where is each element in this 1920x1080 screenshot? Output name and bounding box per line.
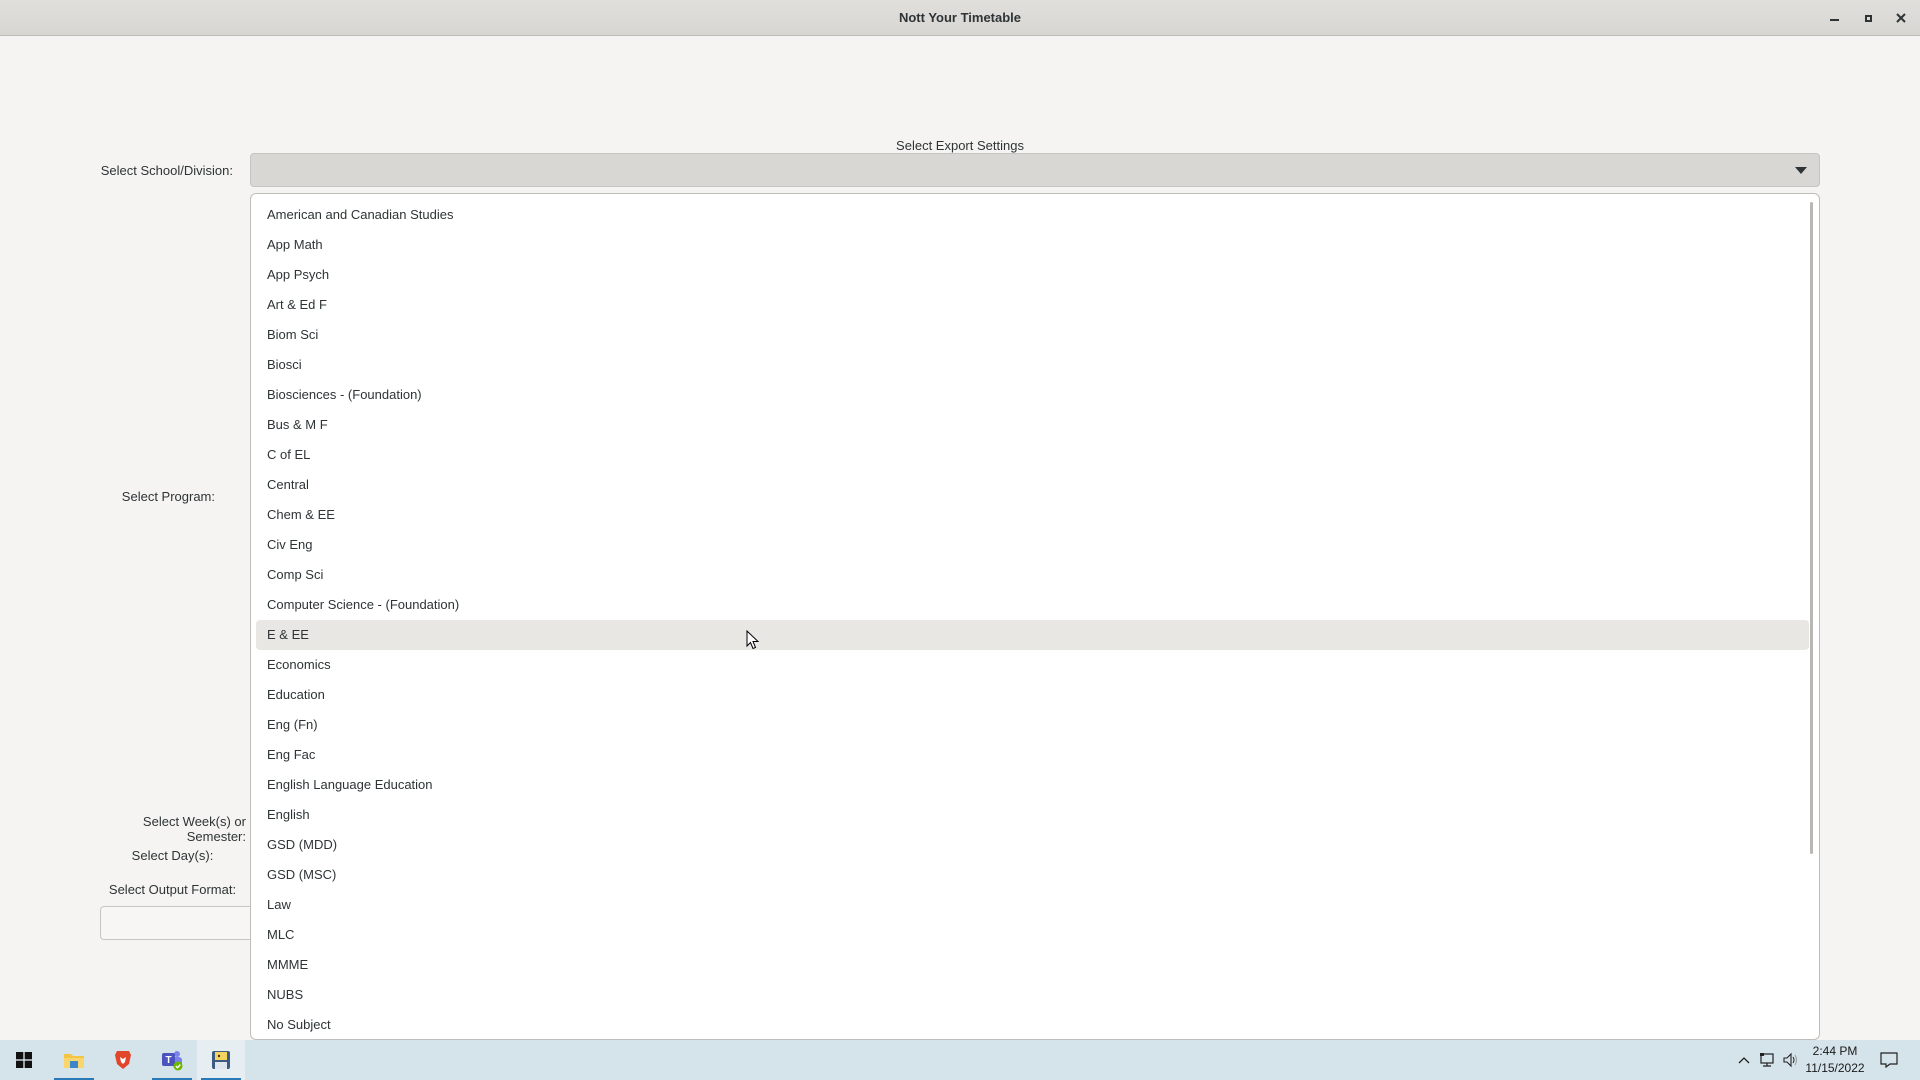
dropdown-option[interactable]: Biom Sci [256, 320, 1809, 350]
days-label: Select Day(s): [131, 848, 214, 863]
speaker-icon [1783, 1052, 1797, 1068]
dropdown-option[interactable]: Comp Sci [256, 560, 1809, 590]
dropdown-option[interactable]: English [256, 800, 1809, 830]
minimize-button[interactable] [1824, 8, 1844, 28]
taskbar-nott-your-timetable[interactable] [197, 1040, 245, 1080]
brave-lion-icon [115, 1051, 131, 1069]
network-icon [1760, 1053, 1774, 1067]
show-hidden-icons-button[interactable] [1734, 1040, 1754, 1080]
dropdown-option[interactable]: NUBS [256, 980, 1809, 1010]
dropdown-option[interactable]: English Language Education [256, 770, 1809, 800]
dropdown-option[interactable]: C of EL [256, 440, 1809, 470]
app-icon [212, 1051, 230, 1069]
title-bar[interactable]: Nott Your Timetable [0, 0, 1920, 36]
svg-text:T: T [165, 1055, 171, 1066]
dropdown-option[interactable]: MLC [256, 920, 1809, 950]
dropdown-option[interactable]: App Math [256, 230, 1809, 260]
taskbar-clock[interactable]: 2:44 PM 11/15/2022 [1800, 1043, 1870, 1077]
taskbar-file-explorer[interactable] [50, 1040, 98, 1080]
notification-icon [1880, 1052, 1898, 1068]
dropdown-scrollbar[interactable] [1810, 202, 1813, 854]
dropdown-option[interactable]: E & EE [256, 620, 1809, 650]
school-label: Select School/Division: [100, 163, 233, 178]
dropdown-option[interactable]: Bus & M F [256, 410, 1809, 440]
dropdown-option[interactable]: American and Canadian Studies [256, 200, 1809, 230]
dropdown-option[interactable]: Education [256, 680, 1809, 710]
teams-icon: T [162, 1051, 183, 1071]
dropdown-option[interactable]: Eng (Fn) [256, 710, 1809, 740]
output-format-field[interactable] [100, 906, 260, 940]
dropdown-option[interactable]: No Subject [256, 1010, 1809, 1039]
program-label: Select Program: [121, 489, 215, 504]
folder-icon [64, 1054, 84, 1068]
dropdown-option[interactable]: Eng Fac [256, 740, 1809, 770]
network-button[interactable] [1756, 1040, 1778, 1080]
dropdown-option[interactable]: Biosci [256, 350, 1809, 380]
dropdown-option[interactable]: Civ Eng [256, 530, 1809, 560]
weeks-label: Select Week(s) or Semester: [142, 814, 246, 844]
taskbar-teams[interactable]: T [148, 1040, 196, 1080]
dropdown-option[interactable]: GSD (MDD) [256, 830, 1809, 860]
taskbar: T 2:44 PM 11/15/2022 [0, 1040, 1920, 1080]
window-title: Nott Your Timetable [898, 10, 1022, 25]
dropdown-option[interactable]: Chem & EE [256, 500, 1809, 530]
close-button[interactable] [1891, 8, 1911, 28]
taskbar-brave[interactable] [99, 1040, 147, 1080]
school-division-combobox[interactable] [250, 153, 1820, 187]
start-button[interactable] [0, 1040, 48, 1080]
dropdown-option[interactable]: MMME [256, 950, 1809, 980]
dropdown-option[interactable]: GSD (MSC) [256, 860, 1809, 890]
dropdown-option[interactable]: Law [256, 890, 1809, 920]
minimize-icon [1829, 19, 1839, 21]
dropdown-option[interactable]: Central [256, 470, 1809, 500]
dropdown-option[interactable]: Economics [256, 650, 1809, 680]
school-division-dropdown-list[interactable]: American and Canadian Studies App Math App… [250, 193, 1820, 1040]
windows-logo-icon [16, 1052, 32, 1068]
chevron-up-icon [1738, 1057, 1750, 1064]
format-label: Select Output Format: [108, 882, 237, 897]
maximize-icon [1864, 14, 1872, 22]
dropdown-option[interactable]: Biosciences - (Foundation) [256, 380, 1809, 410]
dropdown-option[interactable]: Computer Science - (Foundation) [256, 590, 1809, 620]
maximize-button[interactable] [1858, 8, 1878, 28]
close-icon [1896, 13, 1906, 23]
option-list: American and Canadian Studies App Math App… [256, 200, 1809, 1039]
section-title: Select Export Settings [896, 138, 1024, 153]
dropdown-option[interactable]: App Psych [256, 260, 1809, 290]
clock-date: 11/15/2022 [1805, 1061, 1865, 1075]
dropdown-option[interactable]: Art & Ed F [256, 290, 1809, 320]
volume-button[interactable] [1779, 1040, 1801, 1080]
dropdown-arrow-icon [1795, 167, 1807, 174]
action-center-button[interactable] [1876, 1040, 1902, 1080]
clock-time: 2:44 PM [1812, 1044, 1858, 1058]
